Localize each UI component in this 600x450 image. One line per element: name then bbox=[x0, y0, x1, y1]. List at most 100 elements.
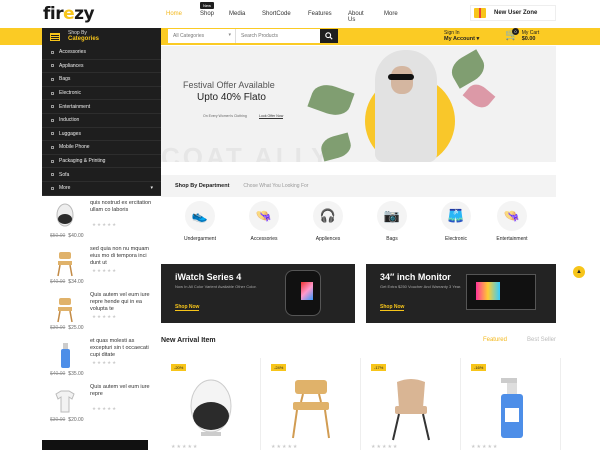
side-product-title[interactable]: et quas molesti as excepturi sin t occae… bbox=[90, 338, 156, 359]
old-price: $50.00 bbox=[50, 233, 66, 239]
bullet-icon bbox=[51, 77, 54, 81]
search-input[interactable] bbox=[236, 29, 320, 43]
department-label: Accessories bbox=[250, 236, 278, 242]
chair-thumbnail[interactable] bbox=[50, 294, 80, 324]
sidebar-category-label: Luggages bbox=[59, 130, 81, 137]
hamburger-icon bbox=[50, 33, 60, 41]
shop-by-categories-button[interactable]: Shop By Categories bbox=[42, 28, 161, 46]
sidebar-category-item[interactable]: Luggages bbox=[42, 128, 161, 142]
chair-leather-image bbox=[392, 379, 430, 441]
nav-item-home[interactable]: Home bbox=[166, 11, 188, 23]
site-logo[interactable]: firezy bbox=[43, 4, 95, 24]
star-rating: ★★★★★ bbox=[471, 444, 499, 450]
side-product-list: quis nostrud ex ercitation ullam co labo… bbox=[42, 196, 161, 426]
product-card[interactable]: -24% ★★★★★ bbox=[261, 358, 361, 450]
logo-accent: e bbox=[63, 4, 75, 24]
nav-new-badge: New bbox=[200, 2, 215, 9]
star-rating: ★★★★★ bbox=[171, 444, 199, 450]
sidebar-category-item[interactable]: Bags bbox=[42, 73, 161, 87]
tab-best-seller[interactable]: Best Seller bbox=[527, 337, 556, 343]
bullet-icon bbox=[51, 159, 54, 163]
search-button[interactable] bbox=[320, 29, 338, 43]
hat-icon: 👒 bbox=[497, 201, 527, 231]
department-item[interactable]: 🎧 Appliences bbox=[297, 201, 359, 242]
department-label: Appliences bbox=[315, 236, 341, 242]
hat-icon: 👒 bbox=[249, 201, 279, 231]
sidebar-category-item[interactable]: Packaging & Printing bbox=[42, 155, 161, 169]
side-product-title[interactable]: Quis autem vel eum iure repre bbox=[90, 384, 156, 398]
side-product-item[interactable]: sed quia non nu mquam eius mo di tempora… bbox=[42, 242, 161, 288]
old-price: $30.00 bbox=[50, 325, 66, 331]
banner-shop-now-link[interactable]: Shop Now bbox=[175, 304, 200, 311]
bullet-icon bbox=[51, 118, 54, 122]
product-card[interactable]: -17% ★★★★★ bbox=[361, 358, 461, 450]
hero-banner[interactable]: COAT ALLY Festival Offer Available Upto … bbox=[161, 46, 556, 162]
bullet-icon bbox=[51, 64, 54, 68]
nav-item-media[interactable]: Media bbox=[229, 11, 251, 23]
bullet-icon bbox=[51, 173, 54, 177]
sidebar-category-item[interactable]: Electronic bbox=[42, 87, 161, 101]
hero-headline: Upto 40% Flato bbox=[197, 92, 266, 103]
sidebar-category-item[interactable]: Accessories bbox=[42, 46, 161, 60]
account-link[interactable]: Sign In My Account ▾ bbox=[444, 30, 479, 43]
banner-title: iWatch Series 4 bbox=[175, 272, 242, 282]
department-label: Electronic bbox=[445, 236, 467, 242]
side-product-price: $40.00 $34.00 bbox=[50, 279, 84, 285]
department-item[interactable]: 👒 Accessories bbox=[233, 201, 295, 242]
department-item[interactable]: 🩳 Electronic bbox=[425, 201, 487, 242]
side-product-title[interactable]: quis nostrud ex ercitation ullam co labo… bbox=[90, 200, 156, 214]
nav-item-about-us[interactable]: About Us bbox=[348, 11, 370, 23]
iwatch-banner[interactable]: iWatch Series 4 Now In All Color Varient… bbox=[161, 264, 355, 323]
department-item[interactable]: 👒 Entertainment bbox=[481, 201, 543, 242]
side-product-title[interactable]: Quis autem vel eum iure repre hende qui … bbox=[90, 292, 156, 313]
hero-model-face bbox=[391, 66, 413, 94]
department-item[interactable]: 👟 Undergarment bbox=[169, 201, 231, 242]
category-sidebar: Accessories Appliances Bags Electronic Enter… bbox=[42, 46, 161, 196]
category-select[interactable]: All Categories ▾ bbox=[168, 29, 236, 43]
logo-text: fir bbox=[43, 4, 64, 24]
side-product-item[interactable]: quis nostrud ex ercitation ullam co labo… bbox=[42, 196, 161, 242]
scroll-to-top-button[interactable]: ▲ bbox=[573, 266, 585, 278]
nav-item-shop[interactable]: New Shop bbox=[200, 2, 222, 23]
bullet-icon bbox=[51, 50, 54, 54]
sidebar-category-label: Bags bbox=[59, 76, 71, 83]
side-product-title[interactable]: sed quia non nu mquam eius mo di tempora… bbox=[90, 246, 156, 267]
chair-thumbnail[interactable] bbox=[50, 248, 80, 278]
hero-cta-link[interactable]: Look Offer Now bbox=[259, 114, 284, 119]
search-box: All Categories ▾ bbox=[168, 29, 338, 43]
monitor-banner[interactable]: 34″ inch Monitor Get Extra $250 Voucher … bbox=[366, 264, 556, 323]
department-item[interactable]: 📷 Bags bbox=[361, 201, 423, 242]
nav-item-shortcode[interactable]: ShortCode bbox=[262, 11, 291, 23]
new-user-zone-button[interactable]: New User Zone bbox=[470, 5, 556, 21]
product-card[interactable]: -20% ★★★★★ bbox=[161, 358, 261, 450]
sidebar-category-item[interactable]: Induction bbox=[42, 114, 161, 128]
current-price: $34.00 bbox=[68, 279, 84, 285]
shorts-icon: 🩳 bbox=[441, 201, 471, 231]
sidebar-category-item[interactable]: Entertainment bbox=[42, 100, 161, 114]
discount-badge: -16% bbox=[471, 364, 487, 371]
tab-featured[interactable]: Featured bbox=[483, 337, 507, 343]
search-icon bbox=[325, 32, 333, 40]
shirt-thumbnail[interactable] bbox=[50, 386, 80, 416]
banner-title: 34″ inch Monitor bbox=[380, 272, 451, 282]
department-label: Bags bbox=[386, 236, 398, 242]
watch-screen bbox=[301, 282, 313, 300]
sidebar-category-item[interactable]: Appliances bbox=[42, 60, 161, 74]
speaker-thumbnail[interactable] bbox=[50, 202, 80, 232]
nav-item-more[interactable]: More bbox=[384, 11, 406, 23]
top-header: firezy Home New Shop Media ShortCode Features… bbox=[0, 0, 600, 28]
side-product-item[interactable]: Quis autem vel eum iure repre hende qui … bbox=[42, 288, 161, 334]
cart-link[interactable]: 🛒 0 My Cart $0.00 bbox=[505, 28, 539, 43]
sidebar-category-label: Accessories bbox=[59, 49, 86, 56]
product-card[interactable]: -16% ★★★★★ bbox=[461, 358, 561, 450]
side-product-item[interactable]: et quas molesti as excepturi sin t occae… bbox=[42, 334, 161, 380]
chevron-down-icon: ▾ bbox=[150, 185, 153, 192]
bottle-thumbnail[interactable] bbox=[50, 340, 80, 370]
sidebar-category-item[interactable]: Mobile Phone bbox=[42, 141, 161, 155]
banner-shop-now-link[interactable]: Shop Now bbox=[380, 304, 405, 311]
side-product-item[interactable]: Quis autem vel eum iure repre ★★★★★ $30.00… bbox=[42, 380, 161, 426]
sidebar-category-item[interactable]: Sofa bbox=[42, 168, 161, 182]
nav-item-features[interactable]: Features bbox=[308, 11, 332, 23]
sidebar-category-item[interactable]: More ▾ bbox=[42, 182, 161, 196]
new-arrival-header: New Arrival Item Featured Best Seller bbox=[161, 337, 556, 349]
